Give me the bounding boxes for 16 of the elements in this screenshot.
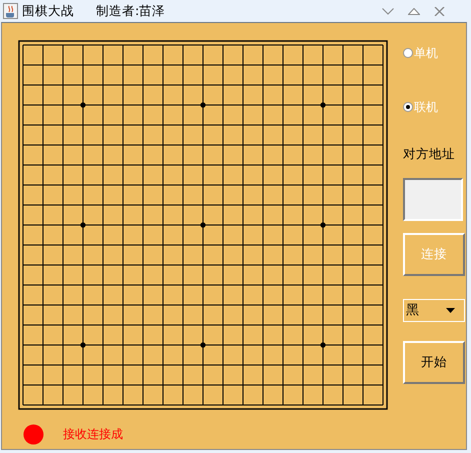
mode-radio[interactable]: 联机 (403, 99, 438, 115)
status-dot-icon (23, 424, 44, 445)
window-title: 围棋大战 (22, 2, 74, 20)
close-icon[interactable] (434, 6, 445, 16)
chevron-icon[interactable] (382, 8, 394, 14)
caret-icon (446, 308, 454, 313)
triangle-icon[interactable] (408, 8, 420, 14)
status-text: 接收连接成 (63, 426, 123, 443)
mode-radio[interactable]: 单机 (403, 45, 438, 61)
start-button[interactable]: 开始 (403, 341, 465, 384)
go-board[interactable] (18, 40, 388, 410)
address-label: 对方地址 (403, 146, 456, 162)
color-dropdown[interactable]: 黑 (403, 299, 465, 322)
coffee-cup-icon (3, 3, 18, 19)
address-field[interactable] (403, 178, 463, 221)
author-label: 制造者:苗泽 (96, 2, 166, 20)
